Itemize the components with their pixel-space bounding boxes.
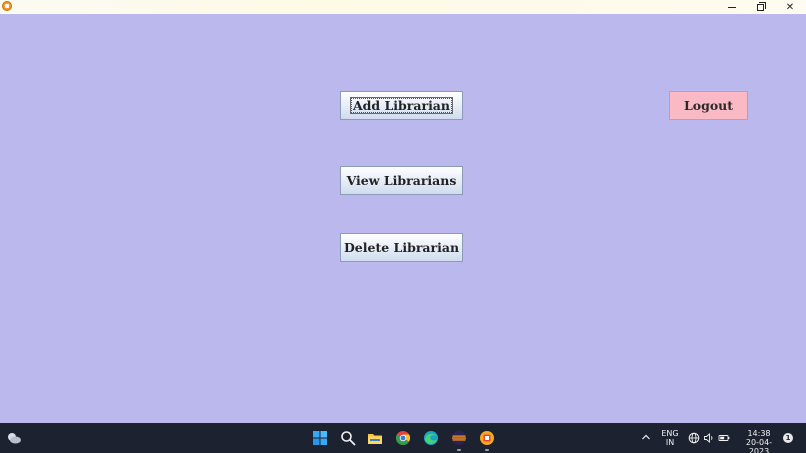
clock-time: 14:38 — [747, 429, 771, 438]
chrome-icon[interactable] — [395, 430, 411, 446]
taskbar: ENG IN 14:38 20-04-2023 1 — [0, 423, 806, 453]
file-explorer-icon[interactable] — [367, 430, 383, 446]
edge-icon[interactable] — [423, 430, 439, 446]
java-running-indicator — [485, 449, 489, 451]
weather-icon[interactable] — [6, 430, 22, 446]
close-button[interactable]: ✕ — [776, 0, 804, 14]
view-librarians-label: View Librarians — [346, 173, 457, 188]
input-language-indicator[interactable]: ENG IN — [660, 429, 680, 447]
network-globe-icon[interactable] — [688, 432, 700, 444]
clock-date: 20-04-2023 — [745, 438, 773, 453]
region-code: IN — [665, 438, 675, 447]
eclipse-running-indicator — [457, 449, 461, 451]
notification-badge[interactable]: 1 — [783, 433, 793, 443]
delete-librarian-label: Delete Librarian — [343, 240, 460, 255]
battery-icon[interactable] — [718, 432, 730, 444]
close-icon: ✕ — [785, 1, 795, 13]
restore-button[interactable] — [746, 0, 774, 14]
restore-icon — [756, 1, 766, 11]
notification-count: 1 — [785, 434, 791, 442]
logout-button[interactable]: Logout — [669, 91, 748, 120]
logout-label: Logout — [683, 98, 734, 113]
librarian-admin-panel: Add Librarian Logout View Librarians Del… — [0, 14, 806, 423]
language-code: ENG — [661, 429, 679, 438]
minimize-button[interactable] — [718, 0, 746, 14]
chevron-up-icon[interactable] — [641, 432, 651, 442]
java-icon[interactable] — [479, 430, 495, 446]
window-title-bar: ✕ — [0, 0, 806, 14]
minimize-icon — [728, 6, 736, 8]
volume-icon[interactable] — [703, 432, 715, 444]
add-librarian-label: Add Librarian — [349, 97, 454, 114]
search-icon[interactable] — [340, 430, 356, 446]
view-librarians-button[interactable]: View Librarians — [340, 166, 463, 195]
windows-start-icon[interactable] — [312, 430, 328, 446]
system-clock[interactable]: 14:38 20-04-2023 — [736, 429, 782, 453]
delete-librarian-button[interactable]: Delete Librarian — [340, 233, 463, 262]
eclipse-icon[interactable] — [451, 430, 467, 446]
java-app-icon — [2, 1, 12, 11]
add-librarian-button[interactable]: Add Librarian — [340, 91, 463, 120]
